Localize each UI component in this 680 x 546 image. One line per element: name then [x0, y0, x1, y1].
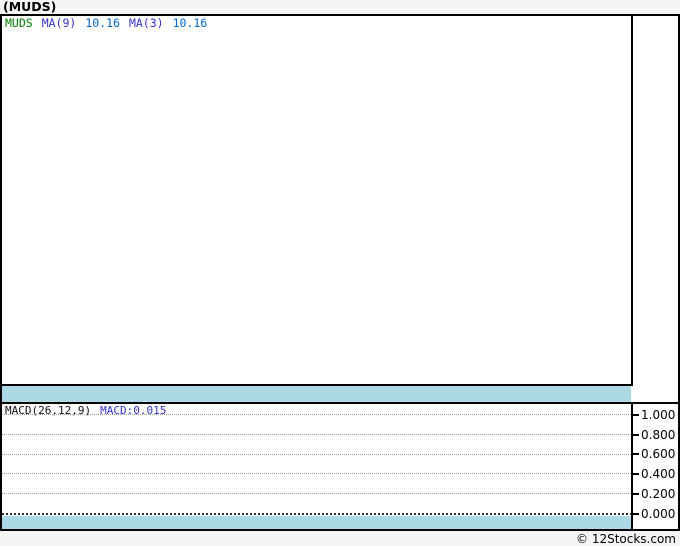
macd-label: MACD(26,12,9) [5, 404, 92, 417]
ytick-label: 0.400 [641, 467, 676, 481]
ma9-value: 10.16 [85, 16, 120, 30]
ytick-label: 0.000 [641, 507, 676, 521]
ytick-mark [631, 473, 639, 475]
price-axis-separator [631, 16, 633, 384]
gridline-0.600 [2, 454, 631, 455]
footer-credit: © 12Stocks.com [576, 532, 676, 546]
ma3-label: MA(3) [128, 16, 164, 30]
ytick-mark [631, 513, 639, 515]
gridline-0.400 [2, 473, 631, 474]
ytick-label: 0.200 [641, 487, 676, 501]
gridline-zero [2, 513, 631, 515]
ma3-value: 10.16 [172, 16, 208, 30]
ytick-label: 0.600 [641, 447, 676, 461]
ytick-mark [631, 453, 639, 455]
separator-band-top [2, 386, 631, 402]
macd-legend: MACD(26,12,9) MACD:0.015 [5, 405, 166, 417]
ytick-mark [631, 414, 639, 416]
macd-axis-separator [631, 404, 633, 529]
ticker-label: MUDS [5, 16, 33, 30]
ytick-mark [631, 434, 639, 436]
ma9-label: MA(9) [41, 16, 77, 30]
ytick-mark [631, 493, 639, 495]
gridline-0.800 [2, 434, 631, 435]
gridline-1.000 [2, 414, 631, 415]
gridline-0.200 [2, 493, 631, 494]
ytick-label: 0.800 [641, 428, 676, 442]
separator-band-bottom [2, 516, 631, 529]
macd-value: MACD:0.015 [100, 404, 167, 417]
ticker-title: (MUDS) [3, 0, 57, 14]
price-legend: MUDS MA(9) 10.16 MA(3) 10.16 [5, 17, 207, 29]
ytick-label: 1.000 [641, 408, 676, 422]
chart-page: (MUDS) MUDS MA(9) 10.16 MA(3) 10.16 MACD… [0, 0, 680, 546]
